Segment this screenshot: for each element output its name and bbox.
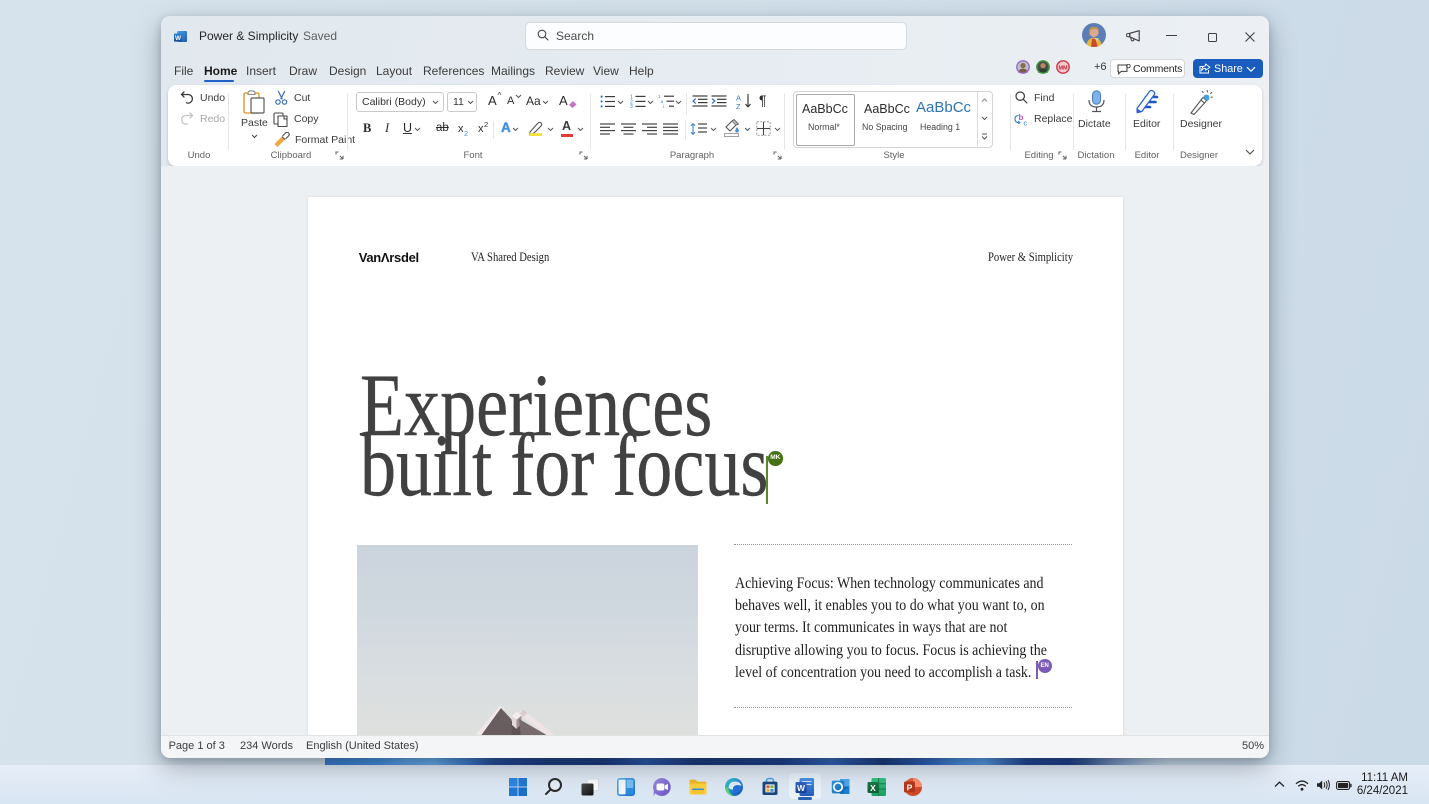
svg-text:P: P [907, 783, 913, 793]
svg-text:W: W [175, 35, 182, 42]
svg-text:i: i [663, 104, 664, 108]
svg-text:W: W [797, 783, 806, 793]
svg-text:3: 3 [630, 104, 633, 108]
svg-text:MM: MM [1058, 65, 1067, 71]
svg-text:c: c [1024, 121, 1028, 128]
svg-text:Z: Z [736, 102, 741, 110]
svg-text:X: X [870, 783, 876, 793]
